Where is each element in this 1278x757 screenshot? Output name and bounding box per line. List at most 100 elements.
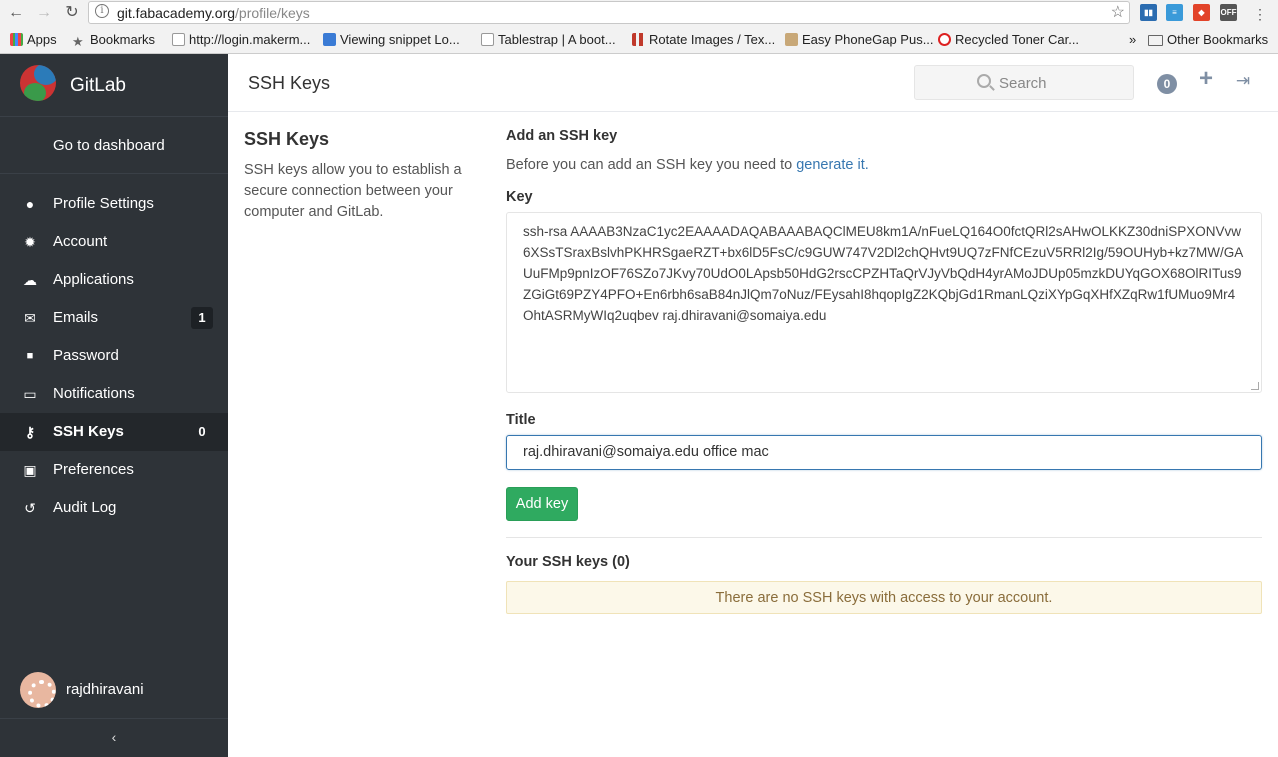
image-icon: ▣	[23, 462, 37, 478]
user-icon: ●	[25, 196, 35, 212]
bookmark-login[interactable]: http://login.makerm...	[172, 32, 310, 47]
generate-key-link[interactable]: generate it.	[796, 157, 869, 173]
page-icon	[172, 33, 185, 46]
section-title: SSH Keys	[244, 129, 330, 149]
info-icon[interactable]: i	[95, 4, 109, 18]
brand[interactable]: GitLab	[0, 54, 228, 116]
url-text: git.fabacademy.org/profile/keys	[117, 5, 310, 21]
key-textarea[interactable]: ssh-rsa AAAAB3NzaC1yc2EAAAADAQABAAABAQCl…	[506, 212, 1262, 393]
avatar	[20, 672, 56, 708]
sidebar-item-label: Audit Log	[53, 499, 117, 516]
empty-keys-notice: There are no SSH keys with access to you…	[506, 581, 1262, 614]
ssh-keys-count: 0	[198, 424, 206, 439]
bookmark-phonegap[interactable]: Easy PhoneGap Pus...	[785, 32, 934, 47]
sign-out-icon[interactable]: ⇥	[1234, 72, 1252, 89]
bookmark-label: Apps	[27, 32, 57, 47]
phonegap-icon	[785, 33, 798, 46]
bookmark-bookmarks[interactable]: ★ Bookmarks	[72, 32, 156, 49]
go-to-dashboard-link[interactable]: Go to dashboard	[0, 116, 228, 174]
sidebar-item-label: Emails	[53, 309, 99, 326]
sidebar-item-notifications[interactable]: ▭ Notifications	[0, 375, 228, 413]
bookmark-label: Other Bookmarks	[1167, 32, 1269, 47]
envelope-icon: ✉	[24, 310, 36, 326]
extension-chart-icon[interactable]: ▮▮	[1140, 4, 1157, 21]
top-header: SSH Keys Search 0 + ⇥	[228, 54, 1278, 112]
extension-stack-icon[interactable]: ≡	[1166, 4, 1183, 21]
search-icon	[977, 74, 991, 88]
bookmark-other[interactable]: Other Bookmarks	[1148, 32, 1268, 47]
sidebar-item-profile-settings[interactable]: ● Profile Settings	[0, 185, 228, 223]
sidebar-item-audit-log[interactable]: ↺ Audit Log	[0, 489, 228, 527]
key-icon: ⚷	[24, 424, 36, 440]
fabacademy-logo-icon	[20, 65, 56, 101]
chevron-left-icon: ‹	[111, 729, 117, 745]
add-key-button[interactable]: Add key	[506, 487, 578, 521]
sidebar-item-label: Profile Settings	[53, 195, 154, 212]
extension-gitlab-icon[interactable]: ◆	[1193, 4, 1210, 21]
inbox-icon: ▭	[23, 386, 37, 402]
sidebar-item-label: Applications	[53, 271, 134, 288]
sidebar-item-label: Notifications	[53, 385, 135, 402]
bookmark-toner[interactable]: Recycled Toner Car...	[938, 32, 1079, 47]
reload-icon[interactable]: ↻	[62, 3, 82, 23]
add-key-heading: Add an SSH key	[506, 128, 618, 144]
help-text-prefix: Before you can add an SSH key you need t…	[506, 157, 797, 173]
sidebar-item-label: Password	[53, 347, 119, 364]
current-user[interactable]: rajdhiravani	[0, 669, 228, 711]
bookmark-apps[interactable]: Apps	[10, 32, 57, 47]
sidebar-item-preferences[interactable]: ▣ Preferences	[0, 451, 228, 489]
sidebar-item-emails[interactable]: ✉ Emails 1	[0, 299, 228, 337]
collapse-sidebar-button[interactable]: ‹	[0, 718, 228, 757]
bookmark-label: Viewing snippet Lo...	[340, 32, 460, 47]
help-text: Before you can add an SSH key you need t…	[506, 157, 869, 173]
sidebar-item-label: Preferences	[53, 461, 134, 478]
search-placeholder: Search	[999, 75, 1047, 92]
section-description: SSH keys allow you to establish a secure…	[244, 162, 462, 220]
bookmark-snippet[interactable]: Viewing snippet Lo...	[323, 32, 460, 47]
bookmark-label: Rotate Images / Tex...	[649, 32, 776, 47]
apps-grid-icon	[10, 33, 23, 46]
key-label: Key	[506, 189, 533, 205]
username: rajdhiravani	[66, 681, 144, 698]
menu-icon[interactable]: ⋮	[1250, 4, 1270, 24]
bookmark-star-icon[interactable]: ☆	[1111, 2, 1125, 22]
bookmark-tablestrap[interactable]: Tablestrap | A boot...	[481, 32, 616, 47]
bookmarks-overflow[interactable]: »	[1129, 32, 1136, 47]
brand-name: GitLab	[70, 75, 126, 96]
address-bar[interactable]: i git.fabacademy.org/profile/keys ☆	[88, 1, 1130, 24]
url-path: /profile/keys	[235, 5, 310, 21]
your-keys-heading: Your SSH keys (0)	[506, 554, 630, 570]
sidebar-item-account[interactable]: ✹ Account	[0, 223, 228, 261]
lock-icon: ■	[26, 350, 34, 362]
key-value: ssh-rsa AAAAB3NzaC1yc2EAAAADAQABAAABAQCl…	[523, 224, 1244, 323]
forward-arrow-icon[interactable]: →	[34, 3, 54, 23]
title-field[interactable]: raj.dhiravani@somaiya.edu office mac	[506, 435, 1262, 470]
page-icon	[481, 33, 494, 46]
folder-icon	[1148, 35, 1163, 46]
sidebar-item-ssh-keys[interactable]: ⚷ SSH Keys 0	[0, 413, 228, 451]
gear-icon: ✹	[24, 234, 36, 250]
bookmark-label: Tablestrap | A boot...	[498, 32, 616, 47]
extension-off-icon[interactable]: OFF	[1220, 4, 1237, 21]
search-input[interactable]: Search	[914, 65, 1134, 100]
plus-icon[interactable]: +	[1198, 67, 1214, 91]
back-link-label: Go to dashboard	[53, 137, 165, 154]
bookmarks-bar: Apps ★ Bookmarks http://login.makerm... V…	[0, 29, 1278, 51]
bookmark-rotate[interactable]: Rotate Images / Tex...	[632, 32, 775, 47]
page-title: SSH Keys	[248, 73, 331, 93]
back-arrow-icon[interactable]: ←	[6, 3, 26, 23]
star-icon: ★	[72, 34, 84, 49]
todos-count-badge[interactable]: 0	[1157, 74, 1177, 94]
emails-count-badge: 1	[191, 307, 213, 329]
history-icon: ↺	[24, 500, 36, 516]
bookmark-label: Bookmarks	[90, 32, 156, 47]
sidebar-item-label: Account	[53, 233, 108, 250]
resize-handle-icon[interactable]	[1251, 382, 1259, 390]
sidebar-item-label: SSH Keys	[53, 423, 124, 440]
sidebar: GitLab Go to dashboard ● Profile Setting…	[0, 54, 228, 757]
snippet-icon	[323, 33, 336, 46]
sidebar-item-password[interactable]: ■ Password	[0, 337, 228, 375]
browser-chrome: ← → ↻ i git.fabacademy.org/profile/keys …	[0, 0, 1278, 54]
sidebar-item-applications[interactable]: ☁ Applications	[0, 261, 228, 299]
title-label: Title	[506, 412, 536, 428]
